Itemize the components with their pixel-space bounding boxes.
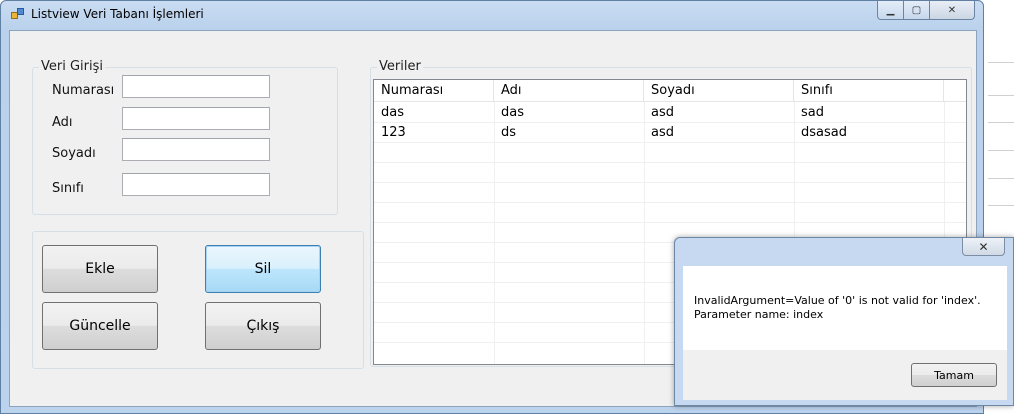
background-line <box>988 178 1014 179</box>
background-line <box>988 150 1014 151</box>
background-line <box>988 95 1014 96</box>
desktop: Listview Veri Tabanı İşlemleri ▁ ▢ ✕ Ver… <box>0 0 1014 414</box>
cell-soyad: asd <box>651 105 674 120</box>
minimize-icon: ▁ <box>886 4 895 16</box>
label-soyad: Soyadı <box>52 146 96 161</box>
label-ad: Adı <box>52 115 73 130</box>
dialog-close-button[interactable]: ✕ <box>962 238 1005 256</box>
cell-ad: ds <box>501 125 517 140</box>
caption-buttons: ▁ ▢ ✕ <box>877 1 977 20</box>
background-line <box>988 122 1014 123</box>
label-numara: Numarası <box>52 83 115 98</box>
label-sinif: Sınıfı <box>52 181 84 196</box>
background-line <box>988 62 1014 63</box>
dialog-body: InvalidArgument=Value of '0' is not vali… <box>683 266 1007 350</box>
exit-button[interactable]: Çıkış <box>205 302 321 350</box>
list-item[interactable]: das das asd sad <box>374 103 966 123</box>
column-header-filler <box>944 80 966 102</box>
sinif-input[interactable] <box>122 173 270 196</box>
cell-soyad: asd <box>651 125 674 140</box>
column-header-numara[interactable]: Numarası <box>374 80 494 102</box>
close-icon: ✕ <box>978 239 989 254</box>
background-line <box>988 205 1014 206</box>
ad-input[interactable] <box>122 107 270 130</box>
window-title: Listview Veri Tabanı İşlemleri <box>31 7 204 21</box>
grid-line <box>374 222 966 223</box>
cell-ad: das <box>501 105 524 120</box>
minimize-button[interactable]: ▁ <box>877 1 904 20</box>
listview-header: Numarası Adı Soyadı Sınıfı <box>374 80 966 102</box>
grid-line <box>374 202 966 203</box>
cell-numara: das <box>381 105 404 120</box>
close-icon: ✕ <box>947 4 957 16</box>
cell-numara: 123 <box>381 125 406 140</box>
close-button[interactable]: ✕ <box>930 1 975 20</box>
app-icon <box>11 8 25 20</box>
grid-line <box>374 182 966 183</box>
add-button[interactable]: Ekle <box>42 245 158 293</box>
column-header-ad[interactable]: Adı <box>494 80 644 102</box>
dialog-footer: Tamam <box>683 350 1007 400</box>
numara-input[interactable] <box>122 75 270 98</box>
dialog-message: InvalidArgument=Value of '0' is not vali… <box>694 294 981 322</box>
column-header-soyad[interactable]: Soyadı <box>644 80 794 102</box>
input-group-title: Veri Girişi <box>39 59 105 74</box>
maximize-icon: ▢ <box>911 4 922 16</box>
dialog-message-line-2: Parameter name: index <box>694 308 824 321</box>
cell-sinif: sad <box>801 105 824 120</box>
grid-line <box>374 162 966 163</box>
list-group-title: Veriler <box>377 59 423 74</box>
ok-button[interactable]: Tamam <box>911 363 997 387</box>
soyad-input[interactable] <box>122 138 270 161</box>
column-header-sinif[interactable]: Sınıfı <box>794 80 944 102</box>
error-message-dialog: ✕ InvalidArgument=Value of '0' is not va… <box>674 237 1014 406</box>
list-item[interactable]: 123 ds asd dsasad <box>374 123 966 143</box>
cell-sinif: dsasad <box>801 125 847 140</box>
dialog-message-line-1: InvalidArgument=Value of '0' is not vali… <box>694 294 981 307</box>
delete-button[interactable]: Sil <box>205 245 321 293</box>
update-button[interactable]: Güncelle <box>42 302 158 350</box>
maximize-button[interactable]: ▢ <box>904 1 930 20</box>
